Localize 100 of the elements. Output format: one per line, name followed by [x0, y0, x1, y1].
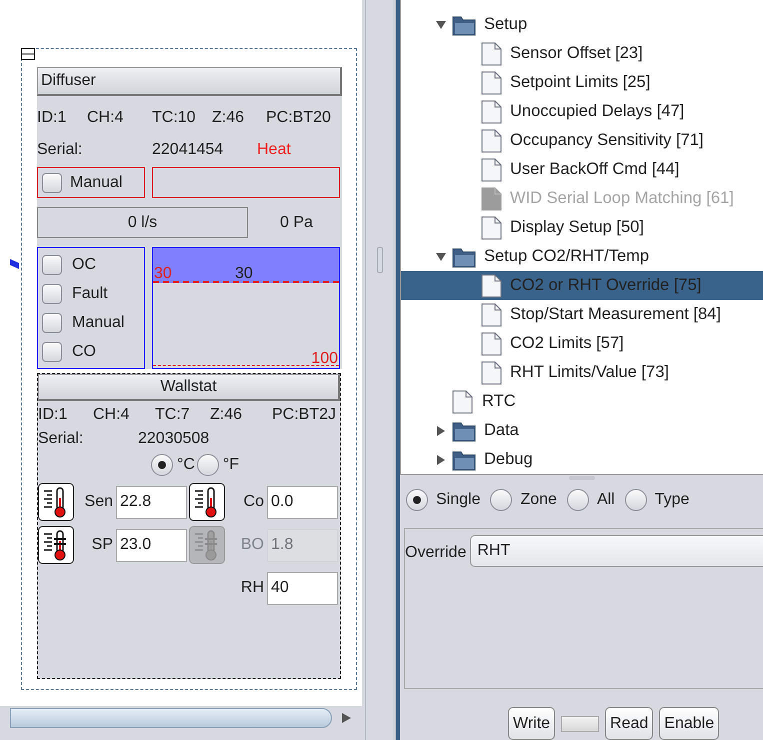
tree-item[interactable]: User BackOff Cmd [44]	[401, 155, 763, 184]
document-icon	[481, 332, 503, 356]
gauge-value-label: 30	[235, 266, 253, 282]
device-info-text: CH:4	[87, 108, 124, 128]
scope-option[interactable]: Zone	[490, 488, 557, 512]
tree-item[interactable]: Display Setup [50]	[401, 213, 763, 242]
device-info-text: CH:4	[93, 405, 130, 425]
expand-arrow-icon[interactable]	[436, 454, 446, 464]
tree-item[interactable]: RTC	[401, 387, 763, 416]
unit-option[interactable]: °F	[196, 453, 240, 477]
tree-item[interactable]: Setup	[401, 10, 763, 39]
manual-option[interactable]: Manual	[37, 167, 145, 198]
radio-button[interactable]	[406, 489, 428, 512]
tree-item[interactable]: Occupancy Sensitivity [71]	[401, 126, 763, 155]
device-info-text: PC:BT20	[266, 108, 332, 128]
read-button[interactable]: Read	[605, 707, 654, 740]
override-dropdown[interactable]: RHT	[470, 535, 763, 568]
checkbox[interactable]	[42, 254, 62, 274]
expand-arrow-icon[interactable]	[436, 426, 446, 436]
serial-number: 22030508	[138, 429, 210, 449]
tree-item[interactable]: Unoccupied Delays [47]	[401, 97, 763, 126]
scope-option[interactable]: Single	[406, 488, 480, 512]
scope-option[interactable]: All	[566, 488, 615, 512]
collapse-icon[interactable]	[21, 48, 35, 60]
right-arrow-icon[interactable]	[340, 712, 352, 724]
serial-label: Serial:	[38, 429, 84, 449]
status-option[interactable]: CO	[42, 340, 96, 364]
document-icon	[481, 274, 503, 298]
folder-icon	[452, 246, 476, 268]
value-field[interactable]: 0.0	[267, 486, 338, 518]
horizontal-scrollbar[interactable]	[10, 708, 332, 728]
value-field[interactable]: 23.0	[116, 528, 187, 562]
gauge-low-label: 30	[154, 266, 172, 282]
field-label: Sen	[84, 492, 114, 512]
device-info-text: ID:1	[38, 405, 68, 425]
thermometer-icon[interactable]	[189, 483, 225, 521]
write-button[interactable]: Write	[508, 707, 556, 740]
device-info-text: ID:1	[37, 108, 68, 128]
folder-icon	[452, 448, 476, 470]
checkbox[interactable]	[42, 312, 62, 332]
folder-icon	[452, 420, 476, 442]
status-option[interactable]: Manual	[42, 310, 124, 334]
wallstat-header-button[interactable]: Wallstat	[38, 374, 340, 401]
pointer-icon	[10, 259, 19, 269]
device-info-text: TC:7	[155, 405, 191, 425]
collapse-arrow-icon[interactable]	[436, 252, 446, 262]
override-label: Override	[405, 543, 466, 564]
status-option[interactable]: OC	[42, 252, 96, 276]
status-indicator	[561, 716, 600, 732]
setpoint-thermometer-icon[interactable]	[38, 526, 74, 564]
checkbox[interactable]	[42, 284, 62, 304]
tree-item[interactable]: Stop/Start Measurement [84]	[401, 300, 763, 329]
field-label: SP	[90, 535, 114, 555]
radio-button[interactable]	[490, 489, 512, 512]
document-icon	[481, 128, 503, 152]
device-info-text: Z:46	[210, 405, 244, 425]
flow-bar: 0 l/s	[37, 207, 248, 238]
thermometer-icon[interactable]	[38, 483, 74, 521]
device-info-text: TC:10	[152, 108, 197, 128]
collapse-arrow-icon[interactable]	[436, 20, 446, 30]
radio-button[interactable]	[566, 489, 589, 512]
radio-button[interactable]	[196, 454, 219, 476]
tree-item[interactable]: RHT Limits/Value [73]	[401, 358, 763, 387]
tree-item[interactable]: Sensor Offset [23]	[401, 39, 763, 68]
checkbox[interactable]	[42, 172, 62, 192]
status-option[interactable]: Fault	[42, 282, 108, 306]
mode-status: Heat	[257, 140, 292, 160]
tree-item[interactable]: Setup CO2/RHT/Temp	[401, 242, 763, 271]
device-info-text: PC:BT2J	[272, 405, 338, 425]
diffuser-header-button[interactable]: Diffuser	[37, 67, 342, 96]
tree-item[interactable]: Data	[401, 416, 763, 445]
document-icon	[481, 158, 503, 182]
serial-label: Serial:	[37, 140, 84, 160]
radio-button[interactable]	[624, 489, 647, 512]
tree-item[interactable]: CO2 Limits [57]	[401, 329, 763, 358]
document-icon	[481, 360, 503, 384]
gauge-high-label: 100	[311, 351, 338, 367]
document-icon	[481, 302, 503, 326]
field-label: RH	[240, 578, 265, 598]
serial-number: 22041454	[152, 140, 224, 160]
field-label: Co	[242, 492, 265, 512]
document-icon	[481, 70, 503, 94]
document-icon	[481, 42, 503, 66]
enable-button[interactable]: Enable	[659, 707, 720, 740]
radio-button[interactable]	[150, 454, 173, 476]
document-icon	[481, 216, 503, 240]
pressure-reading: 0 Pa	[280, 212, 313, 232]
value-field[interactable]: 22.8	[116, 486, 187, 518]
field-label: BO	[240, 535, 265, 555]
tree-item[interactable]: Debug	[401, 445, 763, 474]
unit-option[interactable]: °C	[150, 453, 195, 477]
folder-icon	[452, 14, 476, 36]
scope-option[interactable]: Type	[624, 488, 690, 512]
device-info-text: Z:46	[212, 108, 246, 128]
tree-item[interactable]: Setpoint Limits [25]	[401, 68, 763, 97]
document-icon	[452, 390, 474, 414]
document-icon	[481, 186, 503, 210]
document-icon	[481, 100, 503, 124]
value-field[interactable]: 40	[267, 572, 338, 604]
checkbox[interactable]	[42, 342, 62, 362]
